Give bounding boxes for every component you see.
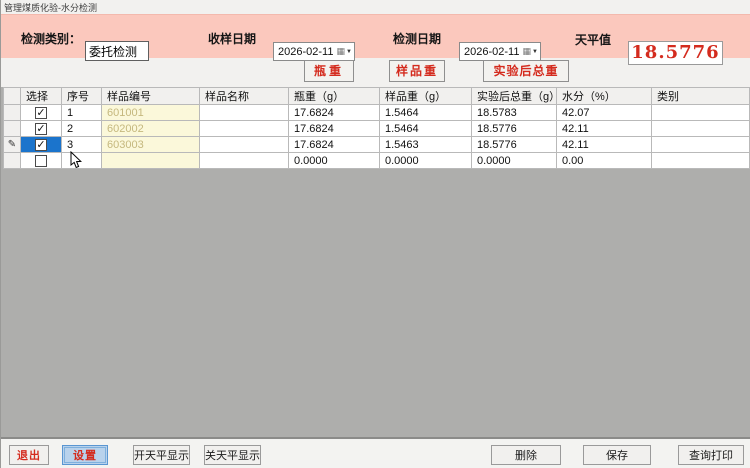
window-title: 管理煤质化验-水分检测 [4, 1, 97, 14]
table-row-editing: ✎ ✓ 3 603003 17.6824 1.5463 18.5776 42.1… [4, 137, 750, 153]
test-date-picker[interactable]: 2026-02-11 ▦ ▼ [459, 42, 541, 61]
grid-background: 选择 序号 样品编号 样品名称 瓶重（g） 样品重（g） 实验后总重（g） 水分… [1, 87, 750, 437]
sample-weight-button[interactable]: 样品重 [389, 60, 445, 82]
test-date-value: 2026-02-11 [464, 46, 521, 58]
select-checkbox-cell[interactable]: ✓ [21, 121, 62, 137]
bottle-weight-button[interactable]: 瓶重 [304, 60, 354, 82]
cell-moisture[interactable]: 42.11 [557, 137, 652, 153]
select-checkbox-cell[interactable] [21, 153, 62, 169]
row-selector-header [4, 88, 21, 105]
cell-total-weight[interactable]: 18.5776 [472, 121, 557, 137]
column-header-total-weight: 实验后总重（g） [472, 88, 557, 105]
total-after-weight-button[interactable]: 实验后总重 [483, 60, 569, 82]
column-header-bottle-weight: 瓶重（g） [289, 88, 380, 105]
checkbox-checked[interactable]: ✓ [35, 107, 47, 119]
chevron-down-icon: ▼ [346, 49, 352, 55]
category-input[interactable] [85, 41, 149, 61]
query-print-button[interactable]: 查询打印 [678, 445, 744, 465]
balance-value-label: 天平值 [575, 31, 611, 48]
checkbox-checked[interactable]: ✓ [35, 123, 47, 135]
calendar-dropdown-button[interactable]: ▦ ▼ [521, 43, 540, 60]
table-row: ✓ 2 602002 17.6824 1.5464 18.5776 42.11 [4, 121, 750, 137]
table-header-row: 选择 序号 样品编号 样品名称 瓶重（g） 样品重（g） 实验后总重（g） 水分… [4, 88, 750, 105]
cell-moisture[interactable]: 42.11 [557, 121, 652, 137]
table-row-new: 0.0000 0.0000 0.0000 0.00 [4, 153, 750, 169]
cell-sample-weight[interactable]: 1.5464 [380, 121, 472, 137]
checkbox-checked[interactable]: ✓ [35, 139, 47, 151]
cell-total-weight[interactable]: 0.0000 [472, 153, 557, 169]
cell-sample-name[interactable] [200, 121, 289, 137]
save-button[interactable]: 保存 [583, 445, 651, 465]
column-header-sample-no: 样品编号 [102, 88, 200, 105]
delete-button[interactable]: 删除 [491, 445, 561, 465]
column-header-seq: 序号 [62, 88, 102, 105]
balance-value-display: 18.5776 [628, 41, 723, 65]
calendar-dropdown-button[interactable]: ▦ ▼ [335, 43, 354, 60]
cell-seq[interactable]: 3 [62, 137, 102, 153]
row-selector-cell[interactable]: ✎ [4, 137, 21, 153]
receive-date-picker[interactable]: 2026-02-11 ▦ ▼ [273, 42, 355, 61]
cell-category[interactable] [652, 137, 750, 153]
cell-bottle-weight[interactable]: 0.0000 [289, 153, 380, 169]
column-header-sample-name: 样品名称 [200, 88, 289, 105]
balance-display-off-button[interactable]: 关天平显示 [204, 445, 261, 465]
calendar-icon: ▦ [337, 47, 346, 56]
test-date-label: 检测日期 [393, 30, 441, 47]
cell-seq[interactable] [62, 153, 102, 169]
cell-sample-weight[interactable]: 1.5464 [380, 105, 472, 121]
column-header-sample-weight: 样品重（g） [380, 88, 472, 105]
cell-total-weight[interactable]: 18.5776 [472, 137, 557, 153]
cell-total-weight[interactable]: 18.5783 [472, 105, 557, 121]
cell-sample-no[interactable]: 603003 [102, 137, 200, 153]
receive-date-value: 2026-02-11 [278, 46, 335, 58]
cell-seq[interactable]: 1 [62, 105, 102, 121]
footer-bar: 退出 设置 开天平显示 关天平显示 删除 保存 查询打印 [1, 437, 750, 468]
table-row: ✓ 1 601001 17.6824 1.5464 18.5783 42.07 [4, 105, 750, 121]
cell-moisture[interactable]: 42.07 [557, 105, 652, 121]
cell-sample-name[interactable] [200, 137, 289, 153]
cell-bottle-weight[interactable]: 17.6824 [289, 105, 380, 121]
cell-sample-weight[interactable]: 1.5463 [380, 137, 472, 153]
row-selector-cell[interactable] [4, 105, 21, 121]
edit-pencil-icon: ✎ [8, 139, 16, 150]
cell-bottle-weight[interactable]: 17.6824 [289, 121, 380, 137]
row-selector-cell[interactable] [4, 121, 21, 137]
cell-sample-name[interactable] [200, 153, 289, 169]
parameter-toolbar: 检测类别： 收样日期 2026-02-11 ▦ ▼ 检测日期 2026-02-1… [1, 14, 750, 58]
column-header-select: 选择 [21, 88, 62, 105]
category-label: 检测类别： [21, 30, 81, 47]
receive-date-label: 收样日期 [208, 30, 256, 47]
cell-moisture[interactable]: 0.00 [557, 153, 652, 169]
select-checkbox-cell-selected[interactable]: ✓ [21, 137, 62, 153]
row-selector-cell[interactable] [4, 153, 21, 169]
cell-seq[interactable]: 2 [62, 121, 102, 137]
cell-category[interactable] [652, 153, 750, 169]
settings-button[interactable]: 设置 [62, 445, 108, 465]
cell-category[interactable] [652, 121, 750, 137]
cell-sample-no[interactable]: 601001 [102, 105, 200, 121]
cell-sample-no[interactable] [102, 153, 200, 169]
exit-button[interactable]: 退出 [9, 445, 49, 465]
cell-sample-name[interactable] [200, 105, 289, 121]
moisture-test-window: 管理煤质化验-水分检测 检测类别： 收样日期 2026-02-11 ▦ ▼ 检测… [0, 0, 750, 468]
samples-table: 选择 序号 样品编号 样品名称 瓶重（g） 样品重（g） 实验后总重（g） 水分… [3, 87, 750, 169]
cell-bottle-weight[interactable]: 17.6824 [289, 137, 380, 153]
column-header-category: 类别 [652, 88, 750, 105]
cell-sample-no[interactable]: 602002 [102, 121, 200, 137]
chevron-down-icon: ▼ [532, 49, 538, 55]
cell-sample-weight[interactable]: 0.0000 [380, 153, 472, 169]
calendar-icon: ▦ [523, 47, 532, 56]
checkbox-unchecked[interactable] [35, 155, 47, 167]
cell-category[interactable] [652, 105, 750, 121]
column-header-moisture: 水分（%） [557, 88, 652, 105]
balance-display-on-button[interactable]: 开天平显示 [133, 445, 190, 465]
select-checkbox-cell[interactable]: ✓ [21, 105, 62, 121]
